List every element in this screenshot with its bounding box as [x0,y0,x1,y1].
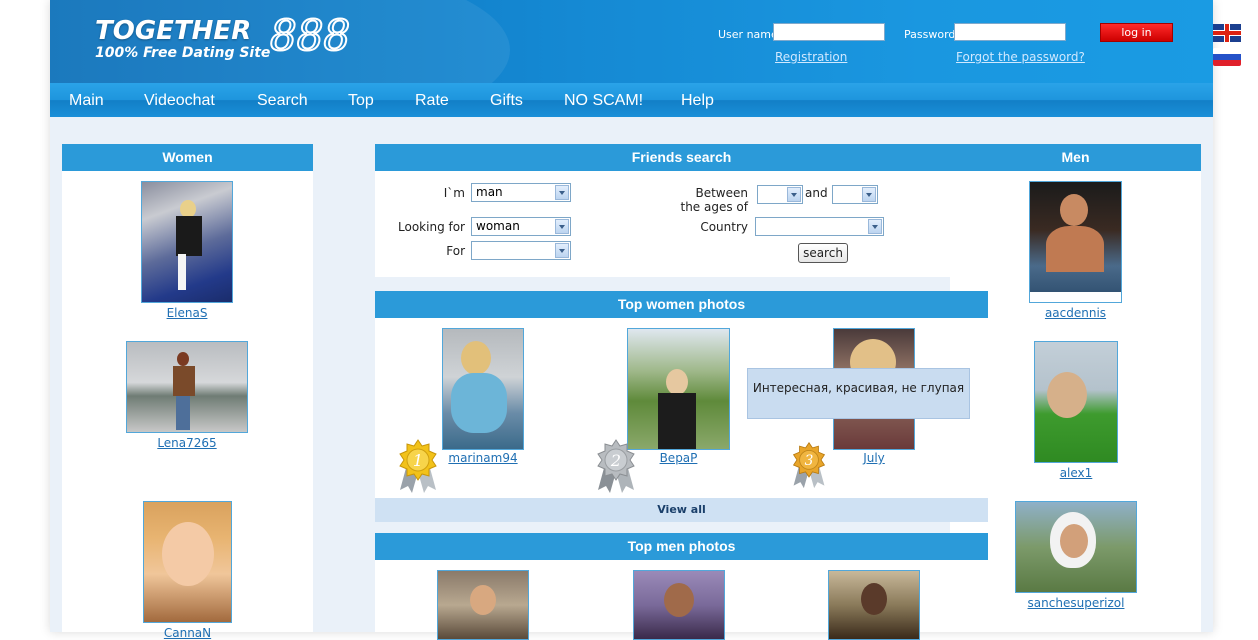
looking-for-label: Looking for [398,220,465,234]
chevron-down-icon [862,187,876,202]
women-photo-3[interactable] [143,501,232,623]
site-logo[interactable]: TOGETHER 888 100% Free Dating Site [95,14,351,62]
men-name-1[interactable]: aacdennis [1029,306,1122,320]
women-name-3[interactable]: CannaN [143,626,232,640]
top-women-name-2[interactable]: BepaP [627,451,730,465]
looking-for-select-value: woman [476,219,520,233]
women-photo-2[interactable] [126,341,248,433]
top-women-name-3[interactable]: July [833,451,915,465]
top-men-photo-3[interactable] [828,570,920,640]
logo-number: 888 [269,11,351,60]
login-button[interactable]: log in [1100,23,1173,42]
gold-medal-icon: 1 [399,439,437,493]
medal-rank-3: 3 [805,453,814,469]
view-all-link[interactable]: View all [375,498,988,522]
age-from-select[interactable] [757,185,803,204]
top-women-name-1[interactable]: marinam94 [442,451,524,465]
men-photo-2[interactable] [1034,341,1118,463]
looking-for-select[interactable]: woman [471,217,571,236]
username-label: User name [718,28,778,41]
friends-search-heading: Friends search [375,144,988,171]
ages-label-line-1: Between [695,186,748,200]
chevron-down-icon [868,219,882,234]
nav-videochat[interactable]: Videochat [144,83,215,117]
men-name-3[interactable]: sanchesuperizol [1015,596,1137,610]
friends-search-panel: Friends search I`m man Looking for woman… [375,144,988,277]
bronze-medal-icon: 3 [792,441,826,489]
top-women-heading: Top women photos [375,291,988,318]
women-photo-1[interactable] [141,181,233,303]
country-select[interactable] [755,217,884,236]
main-nav: Main Videochat Search Top Rate Gifts NO … [50,83,1213,117]
for-label: For [446,244,465,258]
chevron-down-icon [555,219,569,234]
top-women-photo-1[interactable] [442,328,524,450]
nav-main[interactable]: Main [69,83,104,117]
women-column: Women ElenaS Lena7265 CannaN [62,144,313,640]
country-label: Country [700,220,748,234]
password-input[interactable] [954,23,1066,41]
registration-link[interactable]: Registration [775,50,847,64]
ages-label-line-2: the ages of [680,200,749,214]
women-heading: Women [62,144,313,171]
username-input[interactable] [773,23,885,41]
uk-flag-icon[interactable] [1213,24,1241,42]
search-button[interactable]: search [798,243,848,263]
nav-gifts[interactable]: Gifts [490,83,523,117]
men-photo-3[interactable] [1015,501,1137,593]
chevron-down-icon [555,243,569,258]
forgot-password-link[interactable]: Forgot the password? [956,50,1085,64]
women-name-1[interactable]: ElenaS [141,306,233,320]
site-header: TOGETHER 888 100% Free Dating Site User … [50,0,1213,83]
nav-help[interactable]: Help [681,83,714,117]
im-select[interactable]: man [471,183,571,202]
nav-no-scam[interactable]: NO SCAM! [564,83,643,117]
men-photo-1[interactable] [1029,181,1122,303]
for-select[interactable] [471,241,571,260]
password-label: Password [904,28,956,41]
men-name-2[interactable]: alex1 [1034,466,1118,480]
top-men-heading: Top men photos [375,533,988,560]
silver-medal-icon: 2 [597,439,635,493]
logo-tagline: 100% Free Dating Site [95,45,271,61]
photo-tooltip: Интересная, красивая, не глупая [747,368,970,419]
top-men-panel: Top men photos [375,533,988,640]
top-men-photo-2[interactable] [633,570,725,640]
russia-flag-icon[interactable] [1213,48,1241,66]
age-to-select[interactable] [832,185,878,204]
women-name-2[interactable]: Lena7265 [126,436,248,450]
medal-rank-1: 1 [413,451,423,470]
page-frame: TOGETHER 888 100% Free Dating Site User … [50,0,1213,640]
medal-rank-2: 2 [610,451,621,470]
im-label: I`m [443,186,465,200]
chevron-down-icon [555,185,569,200]
nav-rate[interactable]: Rate [415,83,449,117]
and-label: and [805,186,828,200]
top-women-photo-2[interactable] [627,328,730,450]
logo-word: TOGETHER [95,16,252,46]
im-select-value: man [476,185,503,199]
nav-search[interactable]: Search [257,83,308,117]
nav-top[interactable]: Top [348,83,374,117]
top-men-photo-1[interactable] [437,570,529,640]
chevron-down-icon [787,187,801,202]
